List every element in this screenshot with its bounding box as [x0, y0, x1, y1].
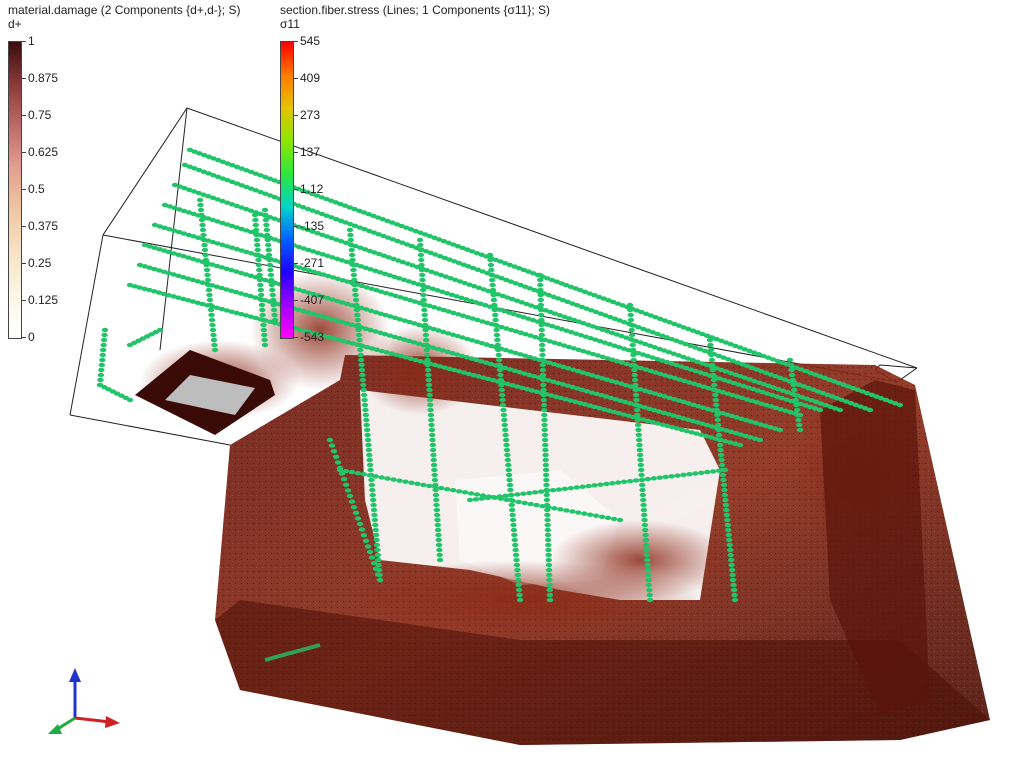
damage_legend-tick-label: 0.75 [28, 108, 52, 122]
damage_legend-tick-label: 0.875 [28, 71, 59, 85]
stress_legend-tick-label: 273 [300, 108, 321, 122]
damage_legend-tickmark [22, 226, 26, 227]
stress_legend-tick-label: -407 [300, 293, 325, 307]
damage_legend-tickmark [22, 115, 26, 116]
axes-triad [48, 668, 120, 734]
stress_legend-tickmark [294, 226, 298, 227]
damage_legend-tickmark [22, 41, 26, 42]
stress_legend-tickmark [294, 152, 298, 153]
damage_legend-tickmark [22, 189, 26, 190]
stress-colorbar [280, 41, 294, 339]
damage_legend-tick-label: 0.375 [28, 219, 59, 233]
stress_legend-tick-label: 137 [300, 145, 321, 159]
damage_legend-tickmark [22, 300, 26, 301]
damage_legend-tick-label: 0.5 [28, 182, 45, 196]
damage_legend-tick-label: 0.625 [28, 145, 59, 159]
stress-legend-title: section.fiber.stress (Lines; 1 Component… [280, 3, 550, 17]
stress_legend-tickmark [294, 263, 298, 264]
stress-legend-component: σ11 [280, 17, 300, 31]
damage_legend-tickmark [22, 337, 26, 338]
damage-colorbar [8, 41, 22, 339]
stress_legend-tickmark [294, 78, 298, 79]
stress_legend-tick-label: 409 [300, 71, 321, 85]
stress_legend-tickmark [294, 41, 298, 42]
stress_legend-tick-label: 545 [300, 34, 321, 48]
stress_legend-tick-label: -543 [300, 330, 325, 344]
stress_legend-tick-label: -271 [300, 256, 325, 270]
x-axis-arrow [74, 716, 111, 724]
stress_legend-tickmark [294, 115, 298, 116]
damage-legend-component: d+ [8, 17, 22, 31]
stress_legend-tickmark [294, 300, 298, 301]
damage_legend-tick-label: 0.125 [28, 293, 59, 307]
damage_legend-tickmark [22, 152, 26, 153]
stress_legend-tickmark [294, 337, 298, 338]
damage_legend-tick-label: 0.25 [28, 256, 52, 270]
damage-legend-title: material.damage (2 Components {d+,d-}; S… [8, 3, 241, 17]
damage_legend-tickmark [22, 78, 26, 79]
stress_legend-tick-label: -135 [300, 219, 325, 233]
damage_legend-tick-label: 0 [28, 330, 35, 344]
damage_legend-tickmark [22, 263, 26, 264]
stress_legend-tickmark [294, 189, 298, 190]
stress_legend-tick-label: 1.12 [300, 182, 324, 196]
damage_legend-tick-label: 1 [28, 34, 35, 48]
3d-viewport[interactable] [0, 0, 1031, 779]
